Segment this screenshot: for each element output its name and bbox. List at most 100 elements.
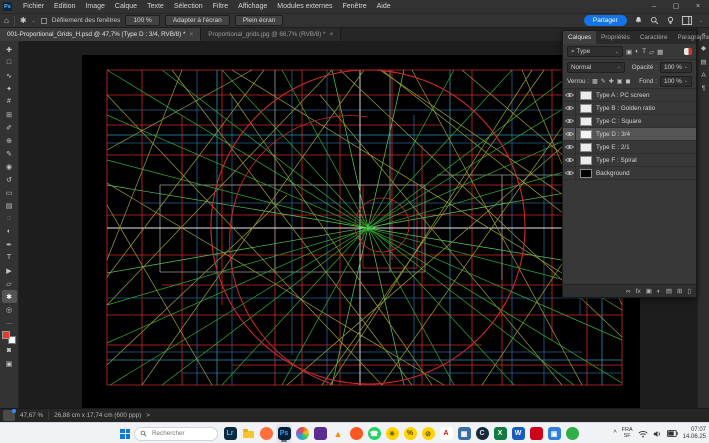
layer-visibility-eye-icon[interactable] (563, 115, 576, 127)
layer-thumbnail[interactable] (580, 169, 592, 178)
tool-blur-icon[interactable]: ◌ (2, 212, 17, 225)
pixel-filter-icon[interactable]: ▣ (626, 48, 632, 56)
close-tab-icon[interactable]: × (330, 31, 334, 38)
document-tab-jpg[interactable]: Proportional_grids.jpg @ 66,7% (RVB/8) *… (201, 28, 341, 41)
layer-row-type-e-2-1[interactable]: Type E : 2/1 (563, 141, 696, 154)
panel-tab-propri-t-s[interactable]: Propriétés (596, 31, 635, 44)
menu-affichage[interactable]: Affichage (233, 3, 272, 10)
taskbar-search[interactable] (134, 427, 218, 441)
tool-zoom-icon[interactable]: ◎ (2, 303, 17, 316)
link-layers-icon[interactable]: ∞ (626, 288, 631, 295)
tool-brush-icon[interactable]: ✎ (2, 147, 17, 160)
menu-aide[interactable]: Aide (372, 3, 396, 10)
tool-hand-icon[interactable]: ✱ (2, 290, 17, 303)
menu-filtre[interactable]: Filtre (208, 3, 234, 10)
new-layer-icon[interactable]: ⊞ (677, 287, 682, 295)
taskbar-app-lightroom[interactable]: Lr (222, 424, 238, 443)
zoom-level-field[interactable]: 47,67 % (20, 412, 43, 419)
fullscreen-button[interactable]: Plein écran (235, 15, 284, 26)
status-chevron-icon[interactable]: > (146, 412, 150, 419)
panel-tab-paragraphe[interactable]: Paragraphe (672, 31, 709, 44)
taskbar-app-word[interactable]: W (510, 424, 526, 443)
type-filter-icon[interactable]: T (642, 48, 646, 56)
panel-tab-calques[interactable]: Calques (563, 31, 596, 44)
tool-move-icon[interactable]: ✚ (2, 43, 17, 56)
tool-frame-icon[interactable]: ⊞ (2, 108, 17, 121)
window-close-button[interactable]: × (687, 0, 709, 13)
tool-type-icon[interactable]: T (2, 251, 17, 264)
layer-row-type-c-square[interactable]: Type C : Square (563, 115, 696, 128)
tool-dodge-icon[interactable]: ◐ (2, 225, 17, 238)
delete-layer-icon[interactable]: ▯ (687, 287, 691, 295)
lock-pixels-icon[interactable]: ✎ (601, 78, 606, 85)
taskbar-app-whatsapp[interactable]: ☎ (366, 424, 382, 443)
menu-texte[interactable]: Texte (142, 3, 169, 10)
clock[interactable]: 07:07 14.06.25 (683, 427, 706, 440)
menu-s-lection[interactable]: Sélection (169, 3, 208, 10)
tool-clone-stamp-icon[interactable]: ◉ (2, 160, 17, 173)
workspace-caret-icon[interactable]: ⌄ (699, 18, 703, 24)
quick-mask-icon[interactable]: ◙ (2, 344, 17, 357)
taskbar-app-orange-app[interactable] (348, 424, 364, 443)
layer-group-icon[interactable]: ▤ (666, 287, 672, 295)
tool-shape-icon[interactable]: ▱ (2, 277, 17, 290)
tool-eraser-icon[interactable]: ▭ (2, 186, 17, 199)
status-app-icon[interactable] (3, 410, 15, 421)
taskbar-app-photoshop[interactable]: Ps (276, 424, 292, 443)
menu-image[interactable]: Image (80, 3, 109, 10)
taskbar-app-photos[interactable] (294, 424, 310, 443)
volume-icon[interactable] (653, 430, 662, 438)
layer-row-background[interactable]: Background (563, 167, 696, 180)
taskbar-app-file-explorer[interactable] (240, 424, 256, 443)
taskbar-app-purple-app[interactable] (312, 424, 328, 443)
blend-mode-select[interactable]: Normal ⌄ (567, 62, 625, 73)
layer-visibility-eye-icon[interactable] (563, 128, 576, 140)
layer-visibility-eye-icon[interactable] (563, 167, 576, 179)
taskbar-app-excel[interactable]: X (492, 424, 508, 443)
window-minimize-button[interactable]: – (643, 0, 665, 13)
layer-row-type-b-golden-ratio[interactable]: Type B : Golden ratio (563, 102, 696, 115)
character-panel-icon[interactable]: A (701, 72, 705, 79)
workspace-switcher-icon[interactable] (682, 16, 692, 25)
layer-thumbnail[interactable] (580, 156, 592, 165)
share-button[interactable]: Partager (584, 15, 627, 26)
layer-filter-field[interactable]: ⌕ Type ⌄ (567, 46, 623, 57)
adjustment-filter-icon[interactable]: ◐ (635, 48, 639, 56)
menu-calque[interactable]: Calque (110, 3, 142, 10)
panel-tab-caract-re[interactable]: Caractère (635, 31, 673, 44)
tool-path-selection-icon[interactable]: ▶ (2, 264, 17, 277)
tool-spot-healing-brush-icon[interactable]: ⊕ (2, 134, 17, 147)
zoom-100-button[interactable]: 100 % (125, 15, 159, 26)
document-canvas[interactable] (82, 55, 640, 408)
layer-row-type-a-pc-screen[interactable]: Type A : PC screen (563, 89, 696, 102)
close-tab-icon[interactable]: × (189, 31, 193, 38)
taskbar-app-acrobat[interactable]: A (438, 424, 454, 443)
layer-mask-icon[interactable]: ▣ (646, 287, 652, 295)
fit-screen-button[interactable]: Adapter à l'écran (165, 15, 230, 26)
help-lightbulb-icon[interactable] (666, 16, 675, 25)
taskbar-app-blue-app[interactable]: ▣ (546, 424, 562, 443)
wifi-icon[interactable] (638, 430, 648, 438)
shape-filter-icon[interactable]: ▱ (649, 48, 654, 56)
smart-object-filter-icon[interactable]: ▦ (657, 48, 663, 56)
layer-thumbnail[interactable] (580, 91, 592, 100)
hidden-icons-chevron[interactable]: ^ (613, 430, 616, 437)
hand-tool-icon[interactable]: ✱ (20, 16, 27, 26)
lock-position-icon[interactable]: ✚ (609, 78, 614, 85)
tool-quick-selection-icon[interactable]: ✦ (2, 82, 17, 95)
menu-edition[interactable]: Edition (49, 3, 80, 10)
lock-all-icon[interactable]: ◼ (625, 78, 630, 85)
layer-visibility-eye-icon[interactable] (563, 89, 576, 101)
lock-transparency-icon[interactable]: ▩ (592, 78, 598, 85)
layer-thumbnail[interactable] (580, 104, 592, 113)
taskbar-app-firefox[interactable] (258, 424, 274, 443)
tool-pen-icon[interactable]: ✒ (2, 238, 17, 251)
home-icon[interactable]: ⌂ (4, 16, 9, 26)
layer-visibility-eye-icon[interactable] (563, 102, 576, 114)
layer-row-type-f-spiral[interactable]: Type F : Spiral (563, 154, 696, 167)
taskbar-app-vlc[interactable]: ▲ (330, 424, 346, 443)
search-icon[interactable] (650, 16, 659, 25)
layer-thumbnail[interactable] (580, 130, 592, 139)
taskbar-app-yellow-app-1[interactable]: ✳ (384, 424, 400, 443)
tool-preset-caret-icon[interactable]: ⌄ (32, 18, 36, 24)
